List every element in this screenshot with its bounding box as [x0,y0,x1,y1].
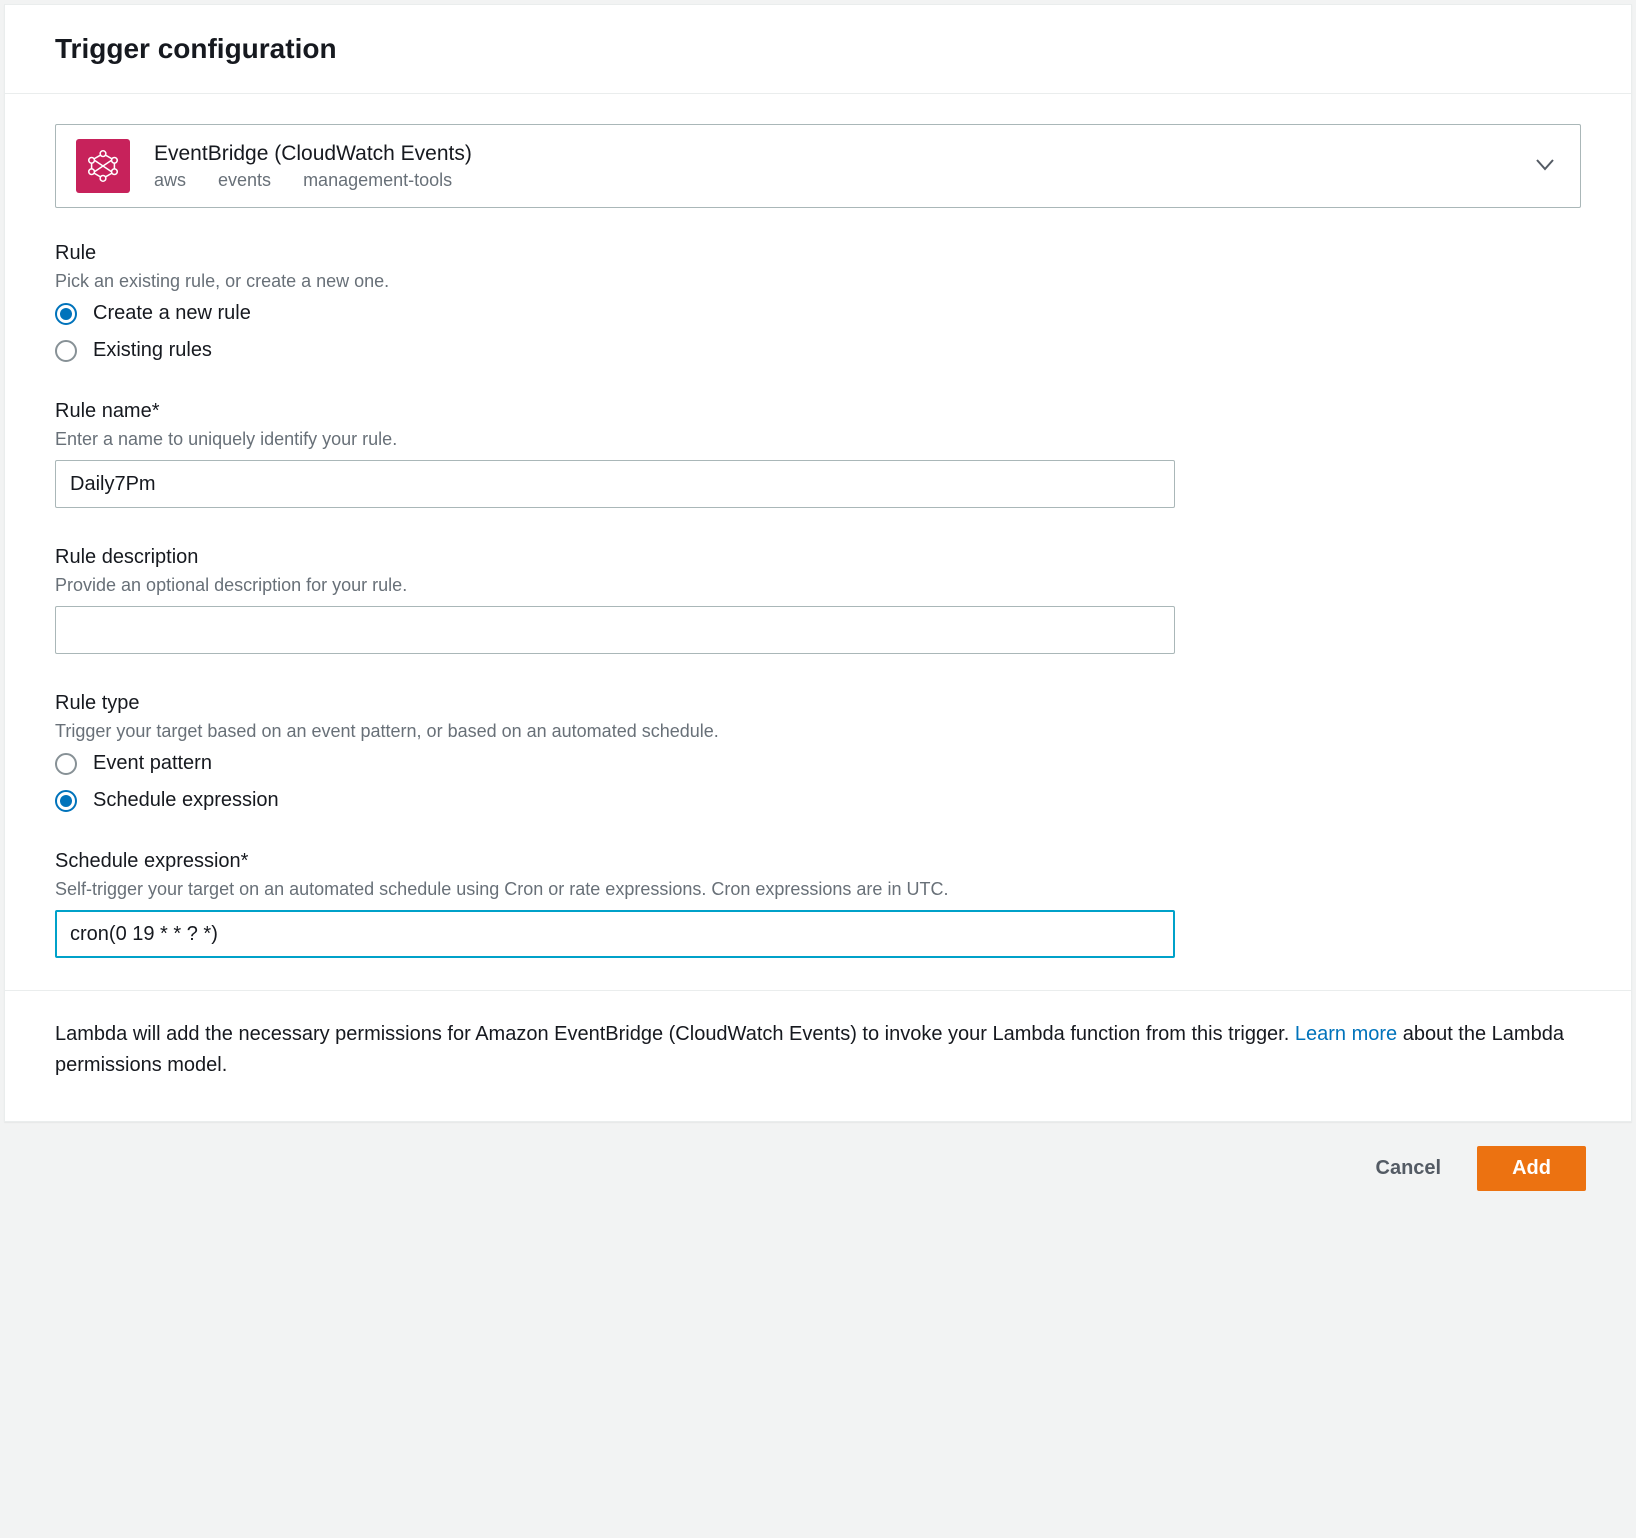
divider [5,990,1631,991]
rule-type-hint: Trigger your target based on an event pa… [55,721,1581,742]
cancel-button[interactable]: Cancel [1364,1147,1454,1190]
schedule-expression-input[interactable] [55,910,1175,958]
radio-create-new-rule[interactable]: Create a new rule [55,302,1581,325]
learn-more-link[interactable]: Learn more [1295,1023,1397,1045]
radio-schedule-expression[interactable]: Schedule expression [55,789,1581,812]
schedule-expression-label: Schedule expression* [55,850,1581,873]
radio-existing-rules[interactable]: Existing rules [55,339,1581,362]
radio-label: Existing rules [93,339,212,362]
radio-label: Create a new rule [93,302,251,325]
rule-description-group: Rule description Provide an optional des… [55,546,1581,654]
source-tag: management-tools [303,170,452,191]
rule-description-label: Rule description [55,546,1581,569]
panel-header: Trigger configuration [5,5,1631,94]
footer-actions: Cancel Add [0,1122,1636,1215]
rule-name-label: Rule name* [55,400,1581,423]
eventbridge-icon [76,139,130,193]
rule-hint: Pick an existing rule, or create a new o… [55,271,1581,292]
radio-icon [55,303,77,325]
rule-description-hint: Provide an optional description for your… [55,575,1581,596]
rule-description-input[interactable] [55,606,1175,654]
source-tag: events [218,170,271,191]
source-tag: aws [154,170,186,191]
permissions-note: Lambda will add the necessary permission… [55,1019,1581,1081]
radio-label: Schedule expression [93,789,279,812]
radio-event-pattern[interactable]: Event pattern [55,752,1581,775]
rule-name-input[interactable] [55,460,1175,508]
rule-name-group: Rule name* Enter a name to uniquely iden… [55,400,1581,508]
rule-name-hint: Enter a name to uniquely identify your r… [55,429,1581,450]
panel-title: Trigger configuration [55,33,1581,65]
rule-group: Rule Pick an existing rule, or create a … [55,242,1581,362]
trigger-source-select[interactable]: EventBridge (CloudWatch Events) aws even… [55,124,1581,208]
rule-type-label: Rule type [55,692,1581,715]
rule-label: Rule [55,242,1581,265]
radio-label: Event pattern [93,752,212,775]
radio-icon [55,340,77,362]
trigger-config-panel: Trigger configuration [4,4,1632,1122]
schedule-expression-hint: Self-trigger your target on an automated… [55,879,1581,900]
chevron-down-icon [1536,158,1554,174]
schedule-expression-group: Schedule expression* Self-trigger your t… [55,850,1581,958]
source-title: EventBridge (CloudWatch Events) [154,142,472,166]
add-button[interactable]: Add [1477,1146,1586,1191]
radio-icon [55,753,77,775]
permissions-text-before: Lambda will add the necessary permission… [55,1023,1295,1045]
rule-type-group: Rule type Trigger your target based on a… [55,692,1581,812]
radio-icon [55,790,77,812]
